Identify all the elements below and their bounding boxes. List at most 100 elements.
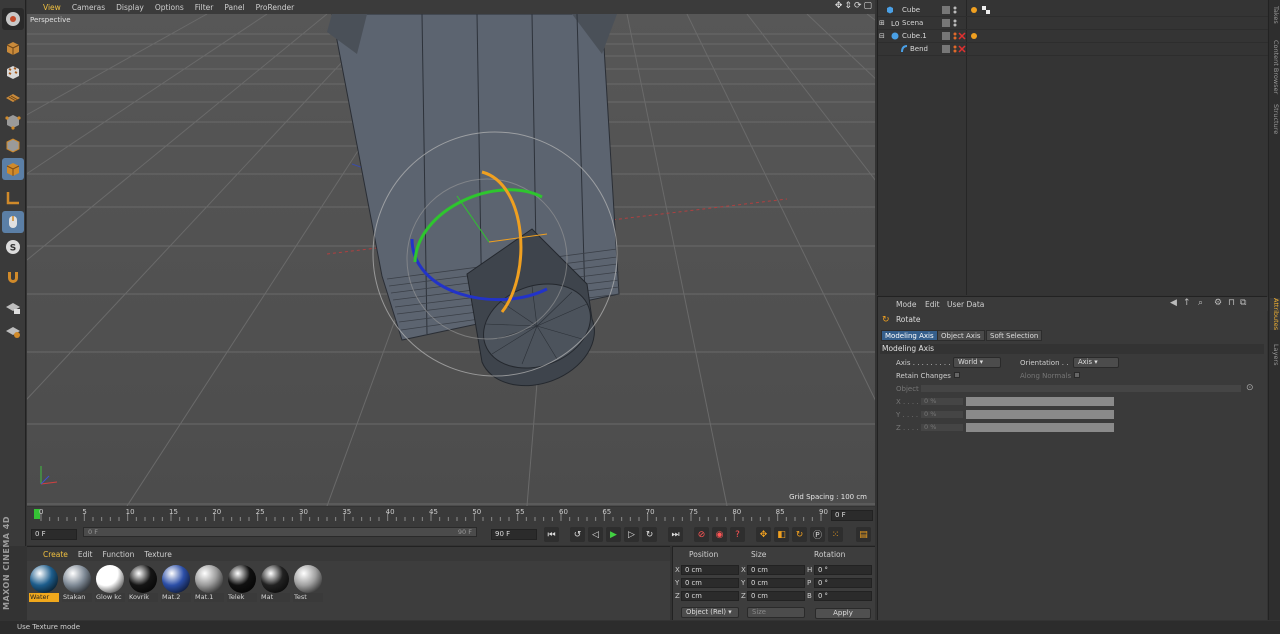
play-icon[interactable]: ▶ <box>606 527 621 542</box>
move-view-icon[interactable]: ✥ <box>835 1 843 11</box>
menu-user-data[interactable]: User Data <box>947 300 984 309</box>
object-row[interactable]: ⊟ Cube.1 <box>878 30 1268 43</box>
position-z-field[interactable]: 0 cm <box>681 591 739 601</box>
new-window-icon[interactable]: ⧉ <box>1240 298 1246 308</box>
next-frame-icon[interactable]: ▷ <box>624 527 639 542</box>
position-x-field[interactable]: 0 cm <box>681 565 739 575</box>
key-scale-icon[interactable]: ◧ <box>774 527 789 542</box>
menu-cameras[interactable]: Cameras <box>72 3 105 12</box>
x-percent-field[interactable]: 0 % <box>920 397 964 406</box>
lock-icon[interactable]: ⊓ <box>1228 298 1235 308</box>
planar-workplane-icon[interactable] <box>2 320 24 342</box>
polygons-mode-icon[interactable] <box>2 158 24 180</box>
menu-view[interactable]: View <box>43 3 61 12</box>
menu-filter[interactable]: Filter <box>195 3 214 12</box>
texture-mode-icon[interactable] <box>2 61 24 83</box>
axis-mode-icon[interactable] <box>2 187 24 209</box>
end-frame-field[interactable]: 90 F <box>491 529 537 540</box>
viewport-scene[interactable] <box>27 14 875 506</box>
prev-key-icon[interactable]: ↺ <box>570 527 585 542</box>
object-row[interactable]: Cube <box>878 4 1268 17</box>
tweak-mode-icon[interactable] <box>2 211 24 233</box>
axis-dropdown[interactable]: World ▾ <box>953 357 1001 368</box>
material-tile[interactable]: Stakan <box>62 565 92 603</box>
model-mode-icon[interactable] <box>2 37 24 59</box>
z-slider[interactable] <box>966 423 1114 432</box>
tab-soft-selection[interactable]: Soft Selection <box>986 330 1043 341</box>
workplane-icon[interactable] <box>2 85 24 107</box>
next-key-icon[interactable]: ↻ <box>642 527 657 542</box>
object-link-field[interactable] <box>920 384 1242 393</box>
editor-render-dots-icon[interactable] <box>951 6 959 14</box>
visibility-dots-icon[interactable] <box>942 19 950 27</box>
key-pla-icon[interactable]: ⁙ <box>828 527 843 542</box>
timeline-scrubber[interactable]: 0 F 90 F <box>83 527 477 537</box>
menu-function[interactable]: Function <box>102 550 134 559</box>
snap-icon[interactable]: S <box>2 236 24 258</box>
key-param-icon[interactable]: Ⓟ <box>810 527 825 542</box>
tab-attributes[interactable]: Attributes <box>1270 298 1280 331</box>
back-arrow-icon[interactable]: ◀ <box>1170 298 1177 308</box>
keyframe-selection-icon[interactable]: ? <box>730 527 745 542</box>
tab-layers[interactable]: Layers <box>1270 344 1280 366</box>
maximize-view-icon[interactable]: ▢ <box>863 1 872 11</box>
undo-view-icon[interactable] <box>2 8 24 30</box>
settings-icon[interactable]: ⚙ <box>1214 298 1222 308</box>
visibility-dots-icon[interactable] <box>942 32 950 40</box>
expand-icon[interactable]: ⊟ <box>879 30 885 43</box>
material-tile[interactable]: Mat.1 <box>194 565 224 603</box>
coord-mode-dropdown[interactable]: Object (Rel) ▾ <box>681 607 739 618</box>
goto-start-icon[interactable]: ⏮ <box>544 527 559 542</box>
y-slider[interactable] <box>966 410 1114 419</box>
size-mode-dropdown[interactable]: Size <box>747 607 805 618</box>
orientation-dropdown[interactable]: Axis ▾ <box>1073 357 1119 368</box>
phong-tag-icon[interactable] <box>970 32 978 40</box>
material-tile[interactable]: Water <box>29 565 59 603</box>
timeline-window-icon[interactable]: ▤ <box>856 527 871 542</box>
x-slider[interactable] <box>966 397 1114 406</box>
menu-edit[interactable]: Edit <box>925 300 940 309</box>
y-percent-field[interactable]: 0 % <box>920 410 964 419</box>
menu-options[interactable]: Options <box>155 3 184 12</box>
magnet-icon[interactable] <box>2 266 24 288</box>
goto-end-icon[interactable]: ⏭ <box>668 527 683 542</box>
rotation-b-field[interactable]: 0 ° <box>814 591 872 601</box>
menu-display[interactable]: Display <box>116 3 144 12</box>
disabled-x-icon[interactable] <box>958 32 966 40</box>
position-y-field[interactable]: 0 cm <box>681 578 739 588</box>
material-tile[interactable]: Kovrik <box>128 565 158 603</box>
material-tile[interactable]: Telek <box>227 565 257 603</box>
menu-mode[interactable]: Mode <box>896 300 916 309</box>
apply-button[interactable]: Apply <box>815 608 871 619</box>
pick-object-icon[interactable]: ⊙ <box>1246 383 1254 393</box>
menu-prorender[interactable]: ProRender <box>256 3 295 12</box>
phong-tag-icon[interactable] <box>970 6 978 14</box>
rotate-view-icon[interactable]: ⟳ <box>854 1 862 11</box>
visibility-dots-icon[interactable] <box>942 6 950 14</box>
prev-frame-icon[interactable]: ◁ <box>588 527 603 542</box>
current-frame-field[interactable]: 0 F <box>831 510 873 521</box>
start-frame-field[interactable]: 0 F <box>31 529 77 540</box>
material-tile[interactable]: Glow kc <box>95 565 125 603</box>
key-rotation-icon[interactable]: ↻ <box>792 527 807 542</box>
size-x-field[interactable]: 0 cm <box>747 565 805 575</box>
tab-modeling-axis[interactable]: Modeling Axis <box>881 330 938 341</box>
rotation-h-field[interactable]: 0 ° <box>814 565 872 575</box>
tab-object-axis[interactable]: Object Axis <box>937 330 985 341</box>
object-row[interactable]: Bend <box>878 43 1268 56</box>
key-position-icon[interactable]: ✥ <box>756 527 771 542</box>
autokey-icon[interactable]: ◉ <box>712 527 727 542</box>
up-arrow-icon[interactable]: ↑ <box>1183 298 1191 308</box>
size-y-field[interactable]: 0 cm <box>747 578 805 588</box>
zoom-view-icon[interactable]: ⇕ <box>844 1 852 11</box>
z-percent-field[interactable]: 0 % <box>920 423 964 432</box>
object-row[interactable]: ⊞ L0 Scena <box>878 17 1268 30</box>
points-mode-icon[interactable] <box>2 110 24 132</box>
visibility-dots-icon[interactable] <box>942 45 950 53</box>
along-normals-checkbox[interactable] <box>1074 372 1080 378</box>
material-tile[interactable]: Mat.2 <box>161 565 191 603</box>
record-keys-icon[interactable]: ⊘ <box>694 527 709 542</box>
disabled-x-icon[interactable] <box>958 45 966 53</box>
material-tile[interactable]: Mat <box>260 565 290 603</box>
size-z-field[interactable]: 0 cm <box>747 591 805 601</box>
